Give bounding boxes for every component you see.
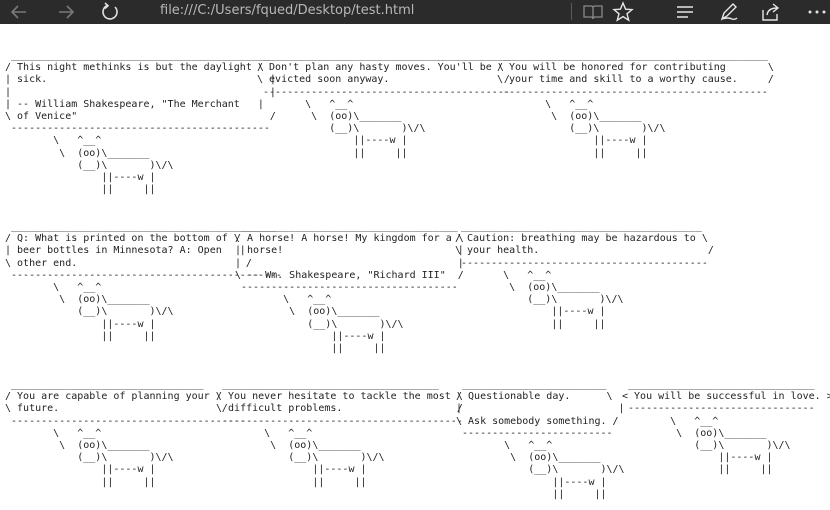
notes-button[interactable] (716, 0, 742, 24)
forward-arrow-icon (52, 0, 80, 24)
cowsay-shakespeare-daylight: ________________________________________… (5, 50, 276, 196)
address-bar[interactable]: file:///C:/Users/fqued/Desktop/test.html (160, 0, 414, 24)
refresh-icon (96, 0, 124, 24)
cowsay-questionable-day: ________________________ / Questionable … (456, 379, 625, 500)
cowsay-caution-breathing: ________________________________________… (455, 221, 714, 330)
favorite-button[interactable] (610, 0, 636, 24)
share-button[interactable] (758, 0, 784, 24)
refresh-button[interactable] (96, 0, 124, 24)
back-arrow-icon (6, 0, 34, 24)
toolbar-separator (571, 3, 572, 20)
hub-icon (672, 0, 698, 24)
more-icon (804, 0, 830, 24)
star-icon (610, 0, 636, 24)
cowsay-successful-love: _______________________________ < You wi… (622, 379, 830, 476)
back-button[interactable] (6, 0, 34, 24)
cowsay-hasty-moves: ________________________________________… (257, 50, 510, 159)
more-button[interactable] (804, 0, 830, 24)
share-icon (758, 0, 784, 24)
cowsay-planning-future: ________________________________ / You a… (5, 379, 246, 488)
hub-button[interactable] (672, 0, 698, 24)
forward-button[interactable] (52, 0, 80, 24)
cowsay-honored: ________________________________________… (497, 50, 774, 159)
reading-view-icon (580, 0, 606, 24)
cowsay-richard-iii: ____________________________________ / A… (235, 221, 464, 355)
reading-view-button[interactable] (580, 0, 606, 24)
browser-toolbar: file:///C:/Users/fqued/Desktop/test.html (0, 0, 830, 24)
pen-icon (716, 0, 742, 24)
cowsay-difficult-problems: ____________________________________ / Y… (216, 379, 463, 488)
